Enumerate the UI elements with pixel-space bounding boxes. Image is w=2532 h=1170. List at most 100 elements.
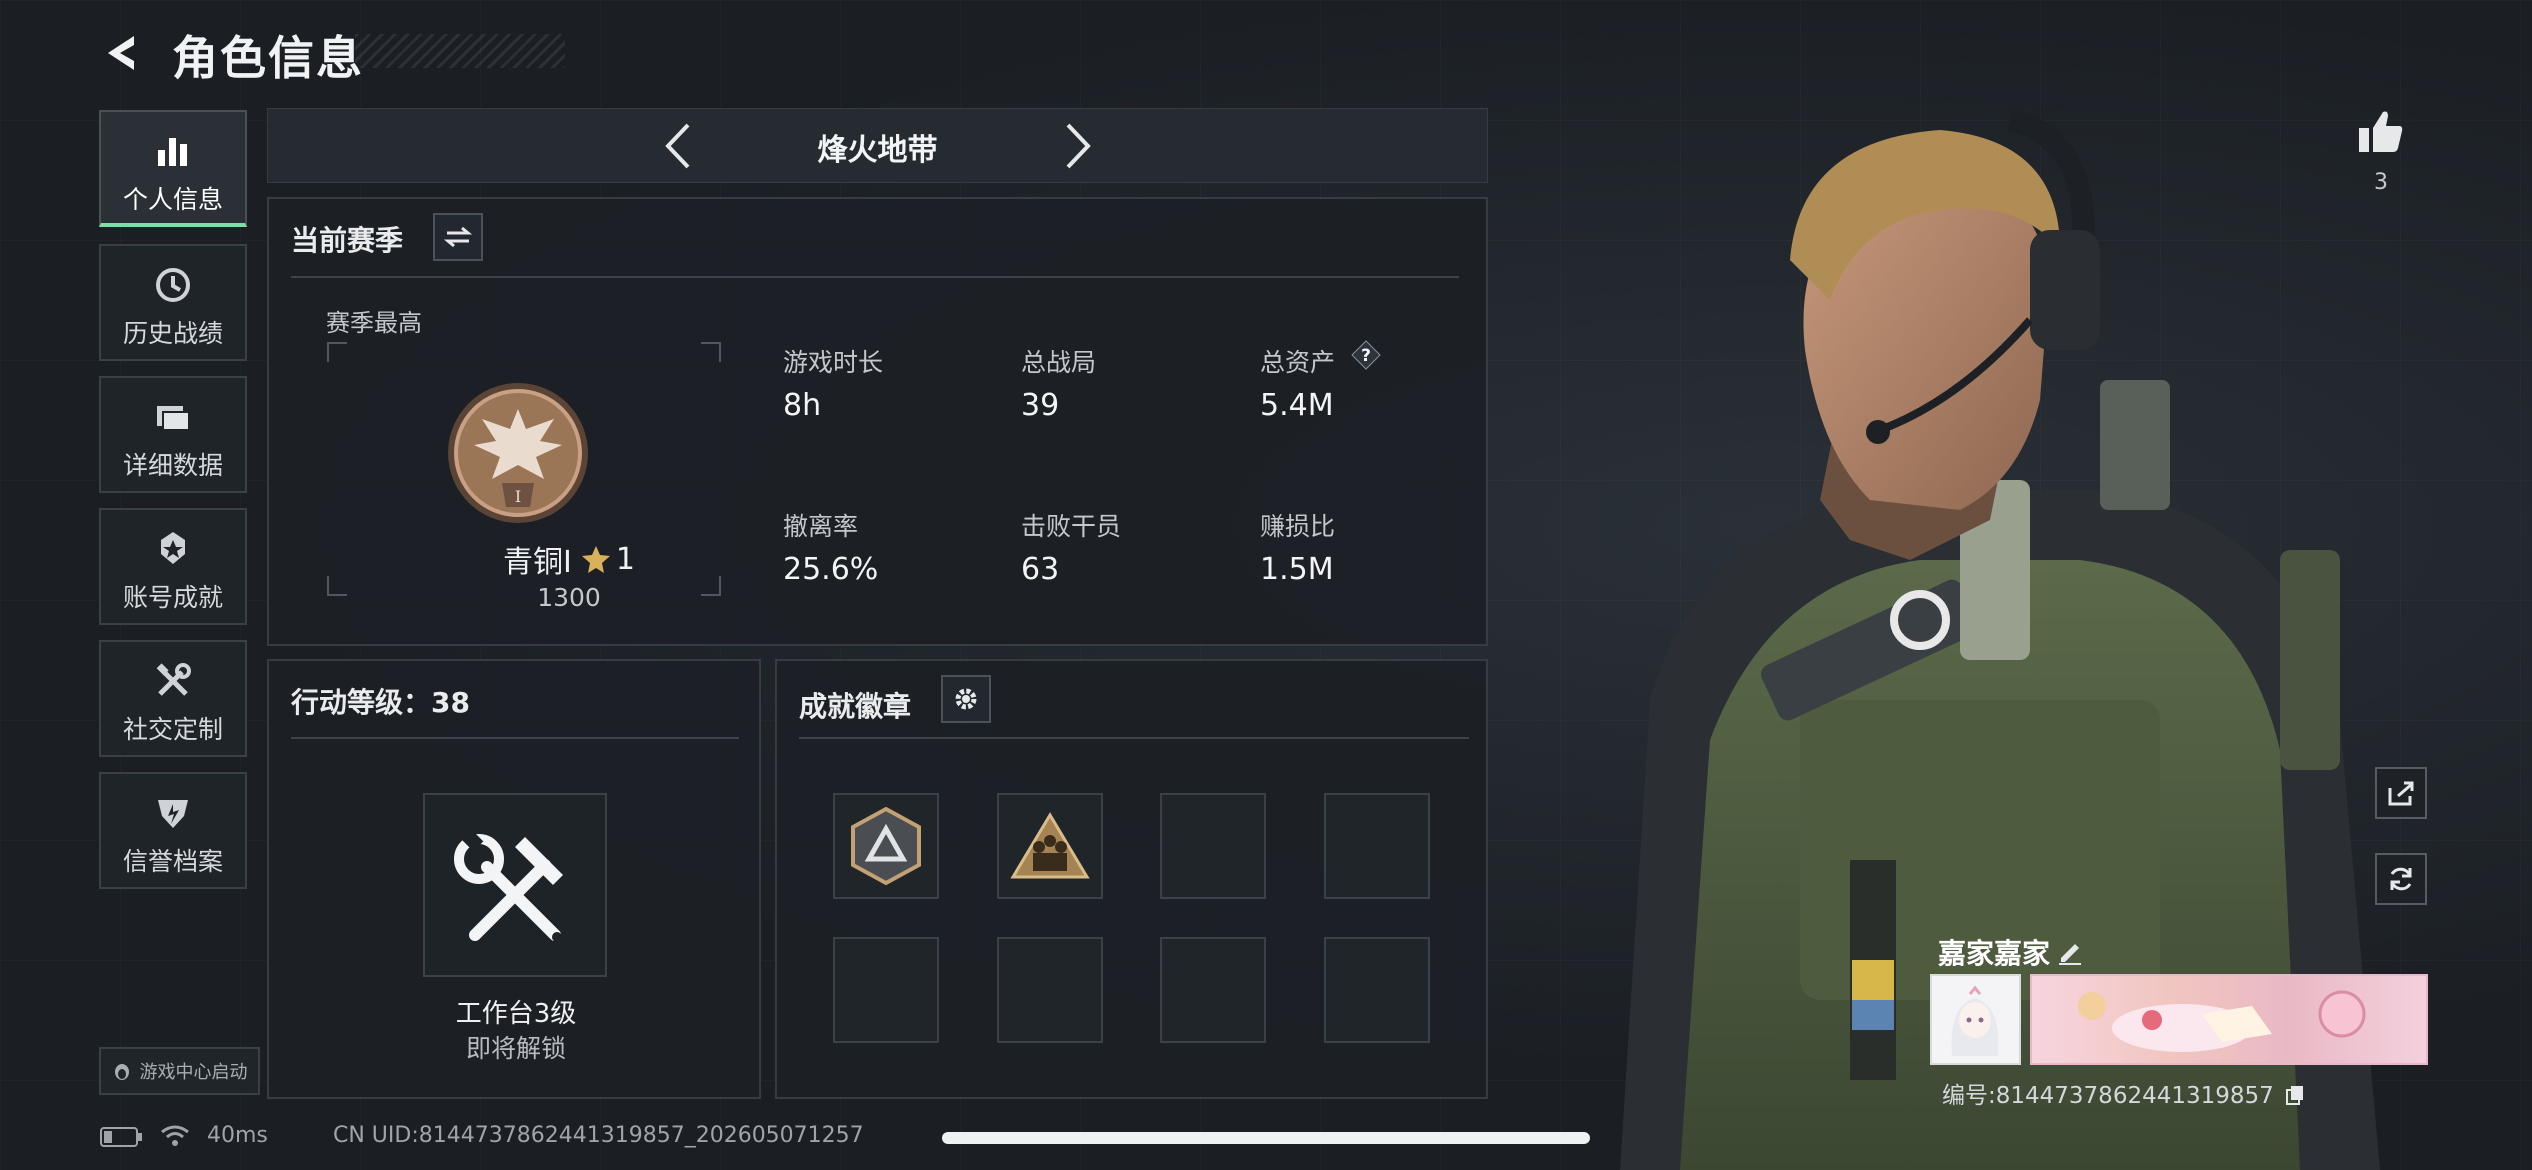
share-icon [2388, 781, 2414, 806]
copy-icon[interactable] [2285, 1084, 2305, 1106]
battery-icon [100, 1127, 142, 1147]
refresh-button[interactable] [2375, 853, 2427, 905]
workbench-label: 工作台3级 [455, 999, 577, 1029]
stat-value: 8h [783, 388, 822, 423]
clock-icon [156, 268, 190, 302]
svg-text:I: I [515, 487, 521, 506]
divider [291, 276, 1459, 278]
badge-slot-empty[interactable] [1324, 937, 1430, 1043]
badge-slot-empty[interactable] [1324, 793, 1430, 899]
gear-icon [955, 688, 977, 710]
stat-value: 25.6% [783, 552, 879, 587]
game-center-launch-button[interactable]: 游戏中心启动 [99, 1047, 260, 1095]
badge-slot[interactable] [997, 793, 1103, 899]
help-icon[interactable]: ? [1351, 340, 1381, 370]
medal-icon [161, 532, 185, 564]
badge-slot[interactable] [833, 793, 939, 899]
page-title: 角色信息 [172, 31, 364, 85]
tools-icon [156, 663, 191, 696]
status-uid: CN UID:8144737862441319857_202605071257 [333, 1123, 864, 1148]
season-panel: 当前赛季 赛季最高 I 青铜I 1 1300 游戏时长 8h 总战局 39 总资… [267, 197, 1488, 646]
stat-value: 39 [1021, 388, 1060, 423]
swap-icon [444, 226, 472, 248]
badge-settings-button[interactable] [941, 675, 991, 723]
sidebar-item-reputation[interactable]: 信誉档案 [99, 772, 247, 889]
player-name: 嘉家嘉家 [1938, 937, 2051, 970]
penguin-icon [114, 1064, 129, 1080]
sidebar-item-history[interactable]: 历史战绩 [99, 244, 247, 361]
mode-selector: 烽火地带 [267, 108, 1488, 183]
frame-corner [327, 576, 347, 596]
workbench-tile[interactable] [423, 793, 607, 977]
stat-label: 总战局 [1021, 348, 1097, 377]
chevron-right-icon[interactable] [1058, 121, 1098, 171]
rank-score: 1300 [537, 583, 601, 612]
action-level-title: 行动等级：38 [291, 686, 470, 719]
frame-corner [701, 576, 721, 596]
edit-icon[interactable] [2055, 936, 2085, 966]
stat-label: 总资产 [1260, 348, 1336, 377]
stat-label: 撤离率 [783, 512, 859, 541]
stat-value: 5.4M [1260, 388, 1334, 423]
badge-slot-empty[interactable] [833, 937, 939, 1043]
shield-icon [158, 800, 188, 828]
sidebar-item-label: 历史战绩 [122, 319, 223, 348]
action-level-panel: 行动等级：38 工作台3级 即将解锁 [267, 659, 761, 1099]
stat-label: 击败干员 [1021, 512, 1122, 541]
ping-text: 40ms [207, 1123, 268, 1148]
stat-label: 赚损比 [1260, 512, 1336, 541]
sidebar-item-label: 社交定制 [122, 715, 223, 744]
sidebar-item-label: 详细数据 [122, 451, 223, 480]
triangle-badge-icon [851, 806, 921, 886]
season-switch-button[interactable] [433, 213, 483, 261]
stat-value: 63 [1021, 552, 1060, 587]
season-best-label: 赛季最高 [326, 309, 422, 337]
like-count: 3 [2374, 170, 2388, 195]
bronze-rank-emblem-icon: I [448, 383, 588, 523]
rank-stars: 1 [615, 541, 635, 577]
workbench-status: 即将解锁 [465, 1034, 566, 1063]
badge-slot-empty[interactable] [997, 937, 1103, 1043]
mode-name: 烽火地带 [817, 133, 938, 168]
hammer-wrench-icon [454, 828, 563, 942]
divider [799, 737, 1469, 739]
rank-line: 青铜I 1 [444, 537, 694, 581]
sidebar-item-achievements[interactable]: 账号成就 [99, 508, 247, 625]
name-card-banner[interactable] [2030, 974, 2428, 1065]
sidebar-item-personal-info[interactable]: 个人信息 [99, 110, 247, 227]
wifi-icon [161, 1125, 189, 1146]
sidebar-item-label: 账号成就 [122, 583, 223, 612]
title-decoration [355, 34, 565, 68]
svg-text:?: ? [1361, 346, 1371, 366]
badge-slot-empty[interactable] [1160, 793, 1266, 899]
achievements-title: 成就徽章 [799, 690, 912, 723]
share-button[interactable] [2375, 767, 2427, 819]
sidebar-item-label: 信誉档案 [122, 847, 223, 876]
achievement-badges-panel: 成就徽章 [775, 659, 1488, 1099]
launch-label: 游戏中心启动 [139, 1062, 248, 1083]
team-badge-icon [1010, 812, 1090, 879]
sidebar-item-social[interactable]: 社交定制 [99, 640, 247, 757]
thumbs-up-icon[interactable] [2355, 106, 2407, 158]
bar-chart-icon [158, 138, 187, 166]
home-indicator[interactable] [942, 1132, 1590, 1144]
star-icon [581, 546, 610, 573]
divider [291, 737, 739, 739]
refresh-icon [2390, 867, 2412, 891]
stat-label: 游戏时长 [783, 348, 884, 377]
frame-corner [327, 342, 347, 362]
back-arrow-icon[interactable] [100, 30, 146, 76]
sidebar-item-label: 个人信息 [122, 185, 223, 214]
anime-avatar-icon [1951, 985, 1999, 1056]
stat-value: 1.5M [1260, 552, 1334, 587]
cake-illustration [2078, 990, 2366, 1052]
uid-text: 编号:8144737862441319857 [1942, 1083, 2274, 1109]
avatar[interactable] [1930, 974, 2021, 1065]
folder-icon [157, 406, 190, 431]
season-title: 当前赛季 [291, 224, 404, 257]
sidebar-item-details[interactable]: 详细数据 [99, 376, 247, 493]
rank-name: 青铜I [503, 545, 572, 580]
player-uid: 编号:8144737862441319857 [1942, 1076, 2305, 1110]
badge-slot-empty[interactable] [1160, 937, 1266, 1043]
frame-corner [701, 342, 721, 362]
